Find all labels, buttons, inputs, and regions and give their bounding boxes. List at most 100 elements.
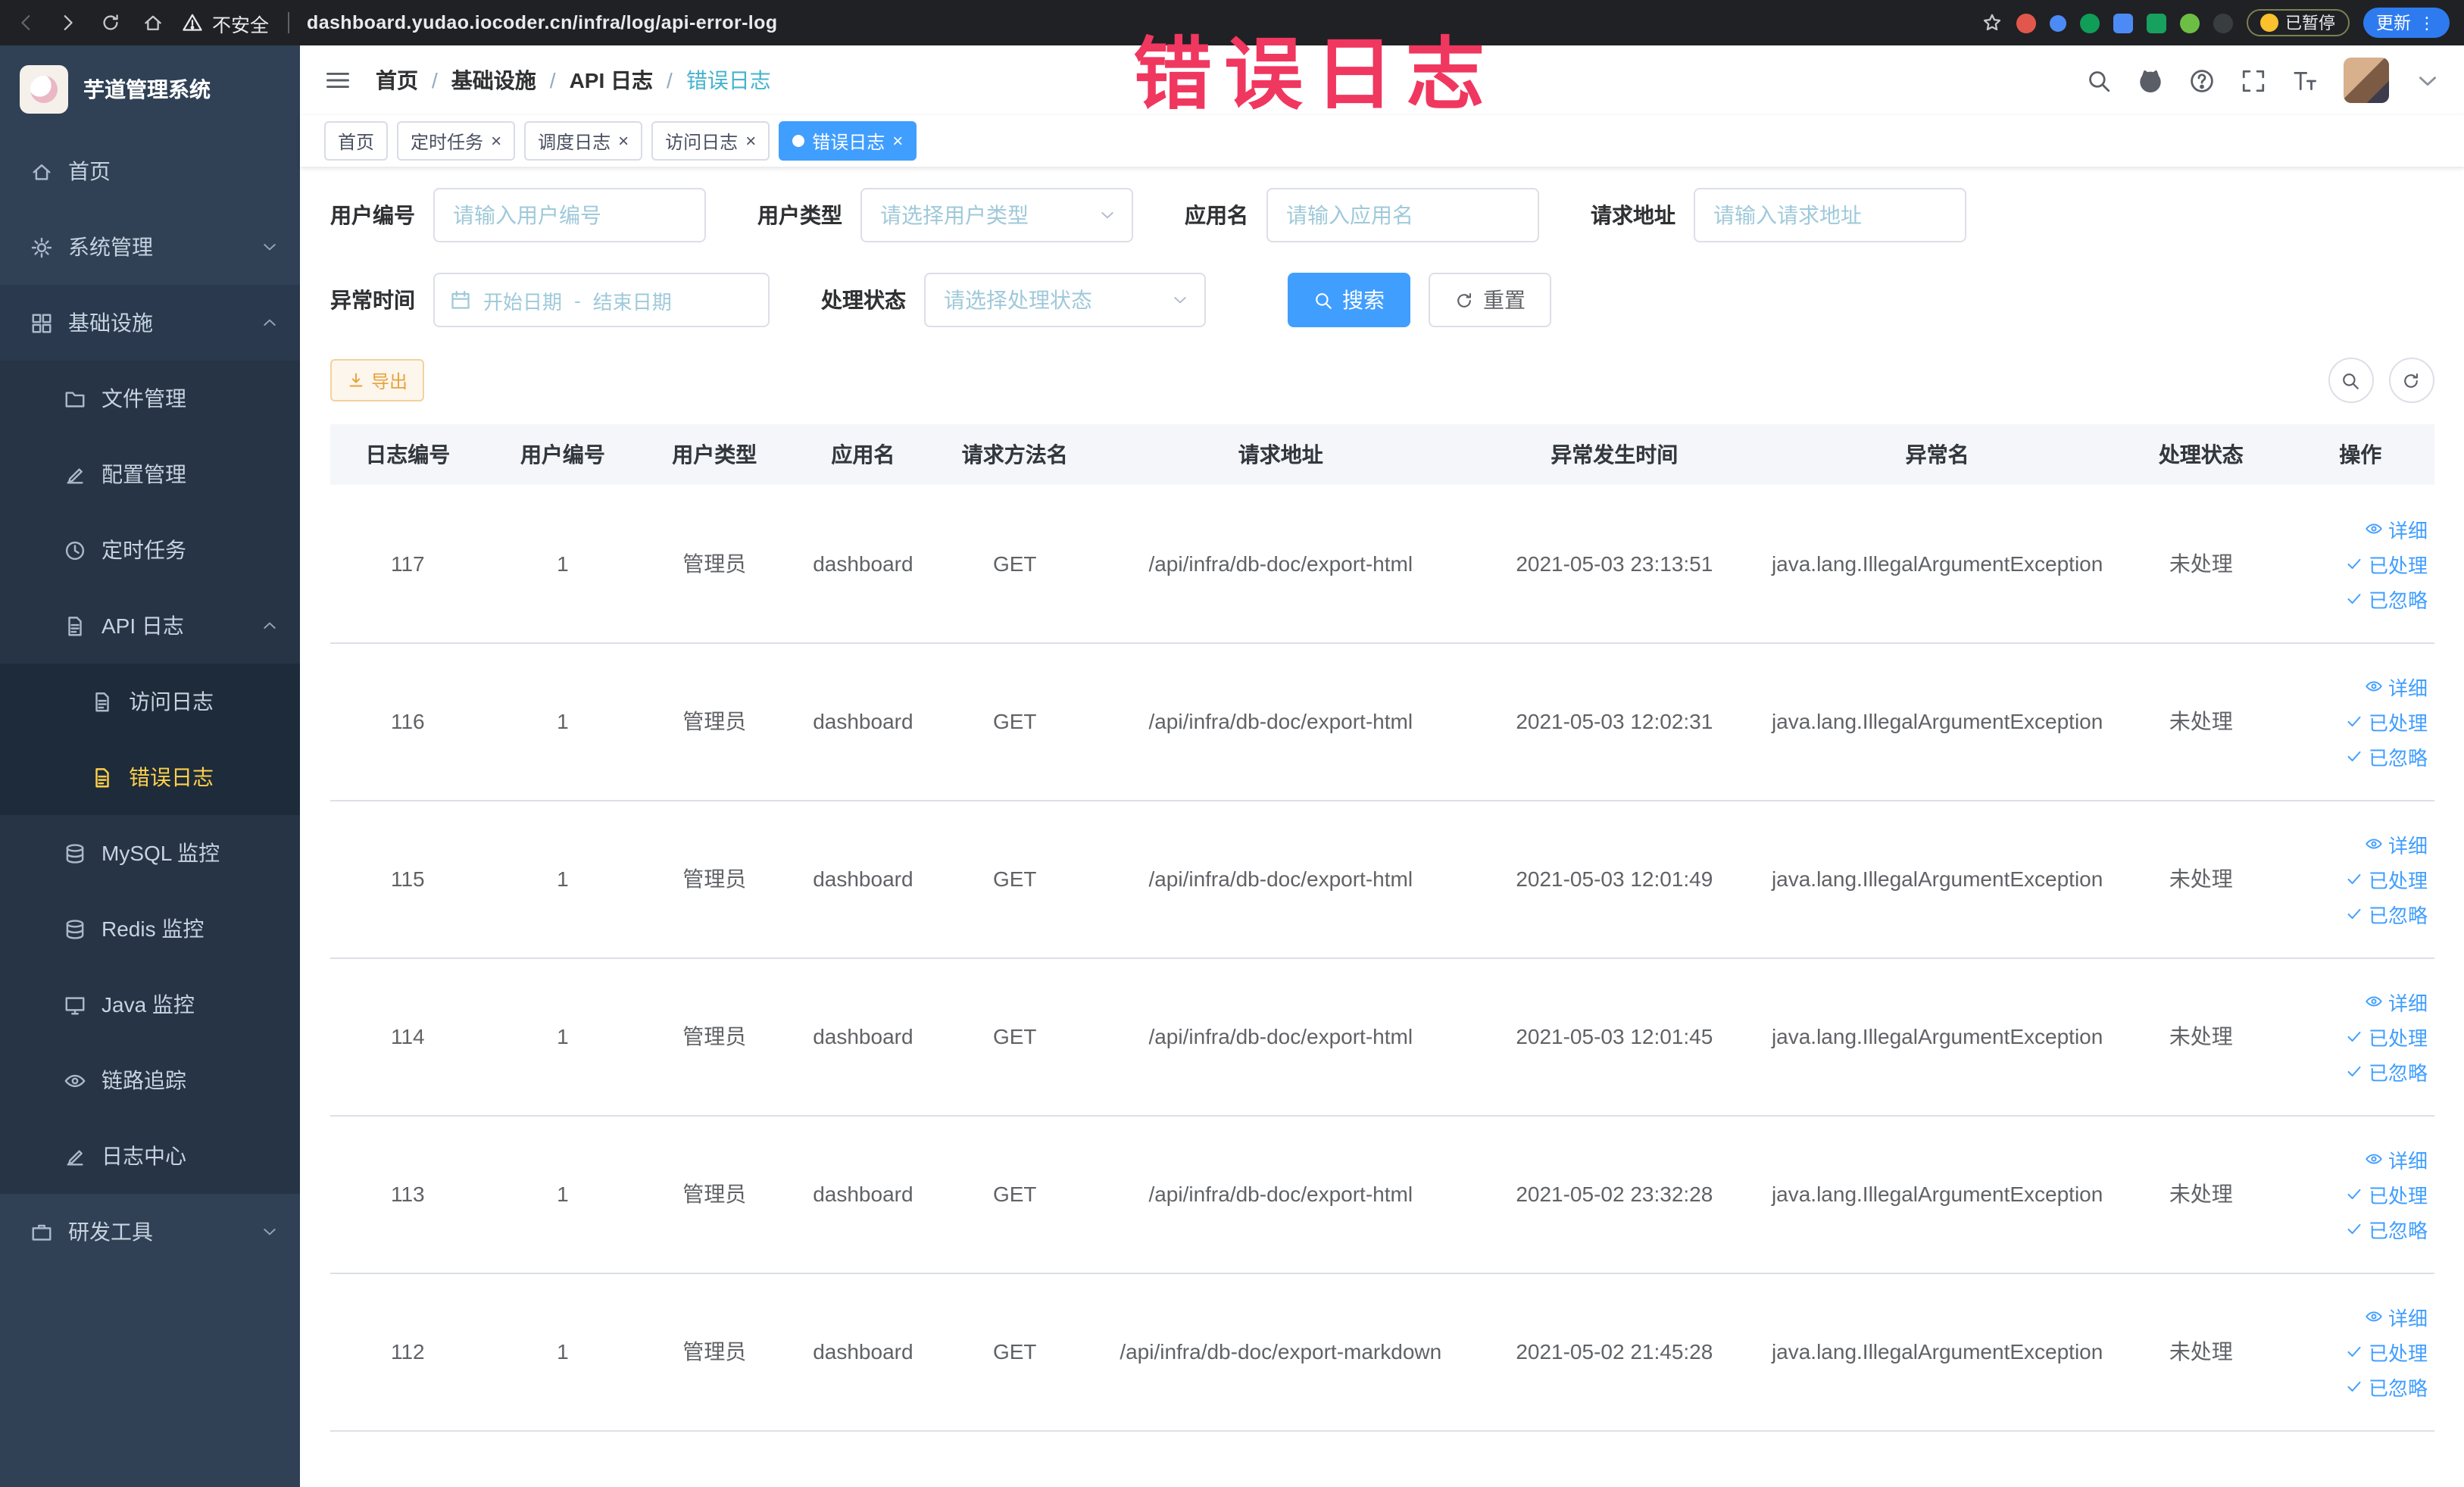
- reset-button[interactable]: 重置: [1429, 273, 1551, 327]
- process-status-select[interactable]: 请选择处理状态: [924, 273, 1206, 327]
- user-type-label: 用户类型: [757, 203, 842, 227]
- table-cell: java.lang.IllegalArgumentException: [1760, 957, 2116, 1116]
- extension-icon-5[interactable]: [2146, 13, 2166, 33]
- app-name-input[interactable]: [1266, 188, 1539, 242]
- action-detail[interactable]: 详细: [2366, 829, 2428, 858]
- sidebar-item-3[interactable]: 文件管理: [0, 361, 300, 436]
- request-url-input[interactable]: [1694, 188, 1966, 242]
- table-cell: 管理员: [640, 800, 789, 958]
- tab-close-icon[interactable]: ×: [491, 132, 501, 150]
- action-ignored[interactable]: 已忽略: [2346, 584, 2428, 613]
- check-icon: [2346, 1185, 2364, 1203]
- action-processed[interactable]: 已处理: [2346, 1179, 2428, 1208]
- action-ignored[interactable]: 已忽略: [2346, 1214, 2428, 1243]
- sidebar-item-10[interactable]: Redis 监控: [0, 891, 300, 967]
- action-ignored[interactable]: 已忽略: [2346, 1057, 2428, 1086]
- export-button-label: 导出: [371, 370, 408, 392]
- user-id-input[interactable]: [433, 188, 706, 242]
- home-icon[interactable]: [142, 12, 164, 33]
- hamburger-icon[interactable]: [324, 67, 351, 94]
- chrome-divider: [287, 12, 289, 33]
- extension-icon-4[interactable]: [2113, 13, 2132, 33]
- sidebar-item-11[interactable]: Java 监控: [0, 967, 300, 1042]
- action-detail[interactable]: 详细: [2366, 987, 2428, 1016]
- sidebar-item-14[interactable]: 研发工具: [0, 1194, 300, 1270]
- update-button[interactable]: 更新 ⋮: [2363, 8, 2449, 38]
- action-processed[interactable]: 已处理: [2346, 707, 2428, 736]
- tab-3[interactable]: 访问日志 ×: [651, 121, 770, 161]
- breadcrumb-item[interactable]: API 日志: [570, 65, 653, 95]
- search-button[interactable]: 搜索: [1288, 273, 1410, 327]
- avatar-caret-icon[interactable]: [2414, 67, 2440, 93]
- table-cell: 未处理: [2115, 1273, 2288, 1431]
- action-ignored[interactable]: 已忽略: [2346, 899, 2428, 928]
- font-size-icon[interactable]: [2291, 67, 2317, 93]
- tab-close-icon[interactable]: ×: [618, 132, 629, 150]
- user-type-select[interactable]: 请选择用户类型: [860, 188, 1133, 242]
- table-cell: 2021-05-02 21:45:28: [1469, 1273, 1760, 1431]
- breadcrumb-item[interactable]: 基础设施: [451, 65, 536, 95]
- help-icon[interactable]: [2188, 67, 2214, 93]
- paused-badge[interactable]: 已暂停: [2246, 9, 2349, 36]
- action-detail[interactable]: 详细: [2366, 672, 2428, 701]
- extension-icon-1[interactable]: [2016, 13, 2035, 33]
- date-range-picker[interactable]: 开始日期 - 结束日期: [433, 273, 770, 327]
- action-processed[interactable]: 已处理: [2346, 549, 2428, 578]
- check-icon: [2346, 589, 2364, 608]
- action-detail[interactable]: 详细: [2366, 1145, 2428, 1173]
- sidebar-item-1[interactable]: 系统管理: [0, 209, 300, 285]
- action-label: 详细: [2387, 1307, 2428, 1329]
- action-label: 详细: [2387, 676, 2428, 699]
- home-icon: [30, 160, 53, 183]
- bookmark-star-icon[interactable]: [1981, 12, 2002, 33]
- filter-user-type: 用户类型 请选择用户类型: [757, 188, 1133, 242]
- export-button[interactable]: 导出: [330, 359, 425, 401]
- sidebar-item-label: 链路追踪: [101, 1068, 186, 1092]
- refresh-button[interactable]: [2388, 358, 2434, 403]
- address-bar[interactable]: dashboard.yudao.iocoder.cn/infra/log/api…: [307, 12, 1963, 33]
- search-icon[interactable]: [2085, 67, 2111, 93]
- user-avatar[interactable]: [2343, 58, 2388, 103]
- sidebar-item-8[interactable]: 错误日志: [0, 739, 300, 815]
- security-chip[interactable]: 不安全: [182, 8, 269, 37]
- tab-close-icon[interactable]: ×: [892, 132, 903, 150]
- extension-icon-2[interactable]: [2049, 14, 2066, 31]
- sidebar-item-7[interactable]: 访问日志: [0, 664, 300, 739]
- tab-close-icon[interactable]: ×: [745, 132, 756, 150]
- action-detail[interactable]: 详细: [2366, 514, 2428, 543]
- sidebar-item-13[interactable]: 日志中心: [0, 1118, 300, 1194]
- action-processed[interactable]: 已处理: [2346, 1022, 2428, 1051]
- extension-icon-3[interactable]: [2079, 13, 2099, 33]
- sidebar-item-2[interactable]: 基础设施: [0, 285, 300, 361]
- tab-0[interactable]: 首页: [324, 121, 389, 161]
- action-processed[interactable]: 已处理: [2346, 864, 2428, 893]
- breadcrumb-item[interactable]: 首页: [376, 65, 418, 95]
- reload-icon[interactable]: [100, 12, 121, 33]
- sidebar-item-5[interactable]: 定时任务: [0, 512, 300, 588]
- toggle-search-button[interactable]: [2328, 358, 2373, 403]
- extension-icon-7[interactable]: [2213, 13, 2232, 33]
- tab-4[interactable]: 错误日志 ×: [779, 121, 917, 161]
- app-logo-row[interactable]: 芋道管理系统: [0, 45, 300, 133]
- table-cell: 2021-05-02 23:32:28: [1469, 1115, 1760, 1273]
- table-cell: 1: [485, 800, 641, 958]
- sidebar-item-12[interactable]: 链路追踪: [0, 1042, 300, 1118]
- sidebar-item-9[interactable]: MySQL 监控: [0, 815, 300, 891]
- action-ignored[interactable]: 已忽略: [2346, 1372, 2428, 1401]
- fullscreen-icon[interactable]: [2240, 67, 2266, 93]
- extension-icon-6[interactable]: [2179, 13, 2199, 33]
- tab-2[interactable]: 调度日志 ×: [524, 121, 643, 161]
- tab-1[interactable]: 定时任务 ×: [397, 121, 516, 161]
- action-processed[interactable]: 已处理: [2346, 1337, 2428, 1366]
- action-ignored[interactable]: 已忽略: [2346, 742, 2428, 770]
- table-cell: dashboard: [789, 642, 938, 801]
- forward-icon[interactable]: [58, 12, 79, 33]
- github-icon[interactable]: [2137, 67, 2163, 93]
- reset-button-label: 重置: [1483, 288, 1526, 312]
- sidebar-item-0[interactable]: 首页: [0, 133, 300, 209]
- action-detail[interactable]: 详细: [2366, 1302, 2428, 1331]
- sidebar-item-4[interactable]: 配置管理: [0, 436, 300, 512]
- table-cell: 未处理: [2115, 484, 2288, 643]
- back-icon[interactable]: [15, 12, 36, 33]
- sidebar-item-6[interactable]: API 日志: [0, 588, 300, 664]
